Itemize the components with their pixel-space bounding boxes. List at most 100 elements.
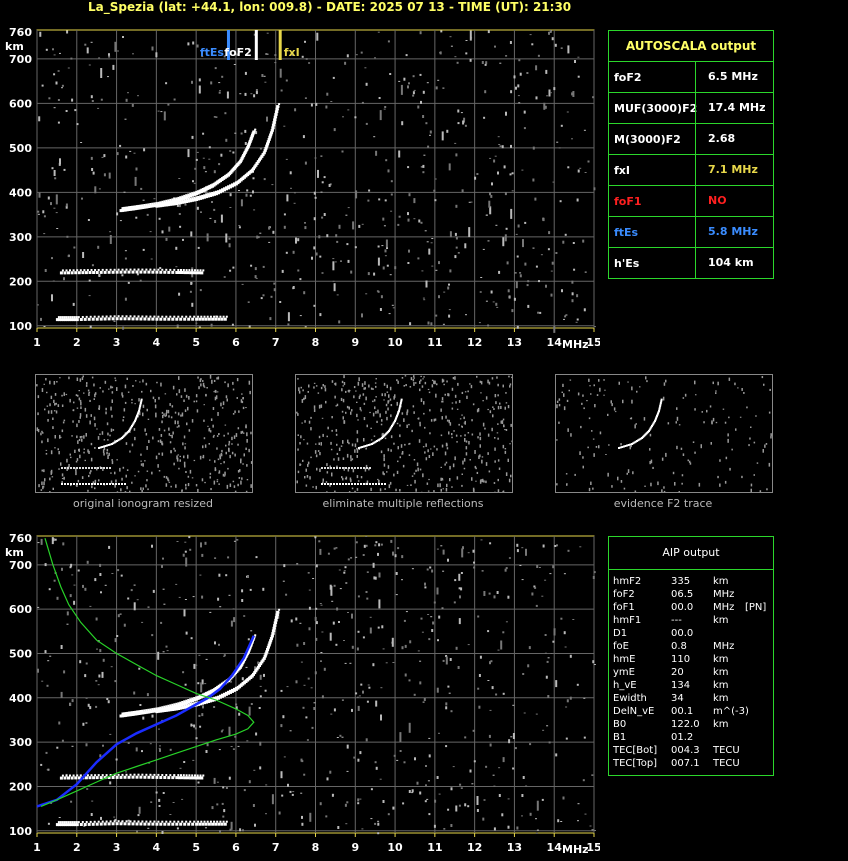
- thumb-speck: [178, 467, 180, 470]
- thumb-speck: [454, 394, 457, 398]
- thumb-speck: [412, 405, 415, 408]
- thumb-speck: [618, 381, 620, 385]
- thumb-speck: [232, 388, 235, 391]
- thumb-speck: [142, 463, 144, 467]
- thumb-speck: [472, 487, 475, 492]
- thumb-speck: [505, 392, 507, 394]
- autoscala-value: 6.5 MHz: [695, 62, 774, 92]
- thumb-es: [97, 483, 99, 485]
- thumb-speck: [178, 424, 180, 428]
- thumb-speck: [377, 478, 379, 481]
- thumb-speck: [363, 417, 366, 421]
- thumb-speck: [125, 474, 127, 478]
- thumb-speck: [216, 480, 219, 483]
- thumb-speck: [197, 488, 199, 493]
- thumbnail-eliminate-multiple: [295, 374, 513, 496]
- thumb-speck: [346, 405, 349, 409]
- thumb-speck: [302, 459, 304, 462]
- thumb-speck: [646, 380, 648, 383]
- thumb-speck: [58, 451, 60, 455]
- thumb-speck: [410, 377, 413, 381]
- thumb-speck: [161, 420, 163, 424]
- autoscala-key: h'Es: [614, 257, 640, 270]
- thumb-speck: [308, 384, 310, 388]
- y-tick-label: 200: [9, 780, 32, 793]
- thumb-speck: [678, 491, 680, 494]
- thumb-speck: [207, 425, 209, 427]
- thumb-speck: [494, 437, 496, 439]
- thumb-speck: [315, 385, 318, 387]
- thumb-speck: [112, 429, 115, 431]
- y-tick-label: 100: [9, 320, 32, 333]
- thumb-speck: [358, 377, 360, 382]
- thumb-speck: [184, 388, 186, 392]
- thumb-speck: [51, 476, 54, 478]
- thumb-speck: [425, 457, 428, 461]
- thumb-speck: [132, 385, 134, 387]
- thumb-es2: [348, 467, 350, 469]
- thumb-speck: [115, 479, 117, 483]
- thumb-speck: [55, 402, 57, 405]
- thumb-speck: [58, 468, 60, 470]
- thumb-speck: [304, 395, 307, 400]
- thumb-speck: [218, 483, 220, 485]
- thumb-speck: [484, 427, 486, 430]
- thumb-speck: [343, 420, 345, 424]
- thumb-speck: [233, 485, 236, 488]
- thumb-speck: [388, 394, 390, 398]
- thumb-speck: [483, 480, 485, 483]
- thumb-speck: [464, 391, 467, 393]
- thumb-es2: [88, 467, 90, 469]
- thumb-speck: [505, 429, 508, 431]
- thumb-speck: [165, 483, 168, 487]
- thumb-speck: [49, 403, 51, 407]
- thumb-speck: [61, 481, 63, 483]
- thumb-speck: [441, 397, 444, 400]
- thumb-es: [381, 483, 383, 485]
- thumb-speck: [213, 480, 216, 485]
- thumb-speck: [216, 391, 219, 393]
- thumb-speck: [424, 451, 426, 454]
- thumb-speck: [158, 396, 160, 400]
- thumb-es: [330, 483, 332, 485]
- thumb-speck: [97, 436, 100, 440]
- thumb-speck: [245, 424, 247, 429]
- thumb-speck: [76, 485, 78, 487]
- thumb-speck: [160, 434, 163, 437]
- thumb-speck: [158, 452, 160, 455]
- thumb-speck: [692, 441, 695, 443]
- thumb-speck: [223, 434, 225, 437]
- thumb-speck: [208, 428, 210, 432]
- thumb-es: [384, 483, 386, 485]
- thumb-speck: [743, 392, 745, 394]
- thumb-speck: [126, 377, 128, 380]
- autoscala-value: NO: [695, 186, 774, 216]
- thumb-speck: [497, 383, 499, 387]
- thumb-speck: [556, 439, 558, 441]
- thumb-speck: [140, 453, 142, 456]
- thumb-es: [76, 483, 78, 485]
- thumb-speck: [250, 484, 252, 488]
- thumb-speck: [416, 462, 419, 467]
- thumb-speck: [81, 476, 84, 479]
- thumb-speck: [468, 441, 470, 445]
- thumb-speck: [308, 420, 311, 424]
- x-axis-label: MHz: [562, 338, 589, 351]
- thumb-speck: [185, 487, 187, 490]
- thumb-speck: [358, 396, 361, 399]
- thumb-speck: [61, 394, 63, 397]
- thumb-speck: [229, 454, 231, 459]
- thumb-speck: [45, 378, 47, 381]
- thumb-speck: [134, 475, 136, 477]
- thumb-speck: [502, 444, 505, 449]
- thumb-speck: [502, 384, 504, 388]
- aip-row: foE 0.8 MHz: [609, 640, 773, 653]
- thumb-speck: [345, 411, 347, 414]
- thumb-speck: [154, 404, 157, 409]
- thumb-speck: [61, 478, 64, 480]
- thumb-speck: [423, 376, 425, 378]
- y-tick-label: 200: [9, 275, 32, 288]
- aip-row: D1 00.0: [609, 627, 773, 640]
- thumb-speck: [122, 466, 125, 469]
- thumb-speck: [319, 468, 321, 472]
